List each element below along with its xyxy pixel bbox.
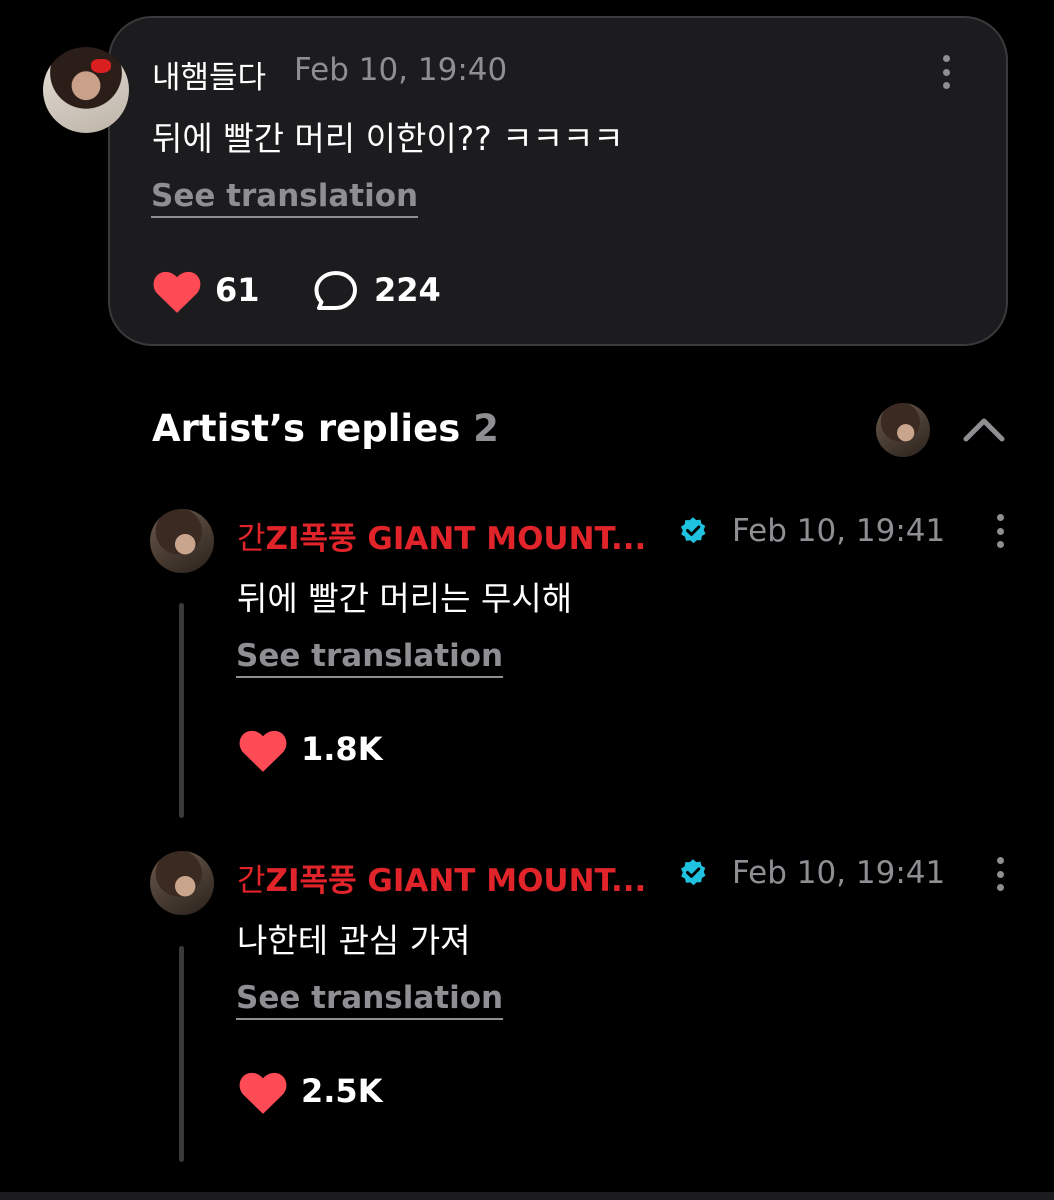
thread-line [179,603,184,818]
see-translation-link[interactable]: See translation [236,638,504,678]
reply-count: 224 [374,271,441,309]
reply-time: Feb 10, 19:41 [732,855,946,891]
like-count: 2.5K [301,1072,383,1110]
user-avatar[interactable] [43,47,129,133]
more-options-icon[interactable] [996,514,1004,548]
see-translation-link[interactable]: See translation [151,178,419,218]
comment-time: Feb 10, 19:40 [294,52,508,88]
reply-text: 뒤에 빨간 머리는 무시해 [237,579,573,618]
heart-icon[interactable] [238,727,288,773]
artist-replies-title: Artist’s replies [152,407,461,450]
artist-replies-count: 2 [473,407,499,450]
reply-avatar[interactable] [150,509,214,573]
artist-replies-header: Artist’s replies 2 [152,407,499,450]
heart-icon[interactable] [238,1069,288,1115]
reply-author[interactable]: 간ZI폭풍 GIANT MOUNT... [237,513,646,558]
comment-username[interactable]: 내햄들다 [152,52,266,97]
comment-text: 뒤에 빨간 머리 이한이?? ㅋㅋㅋㅋ [152,119,624,158]
verified-badge-icon [681,859,706,886]
thread-line [179,946,184,1162]
bottom-divider [0,1192,1054,1200]
see-translation-link[interactable]: See translation [236,980,504,1020]
chevron-up-icon[interactable] [962,414,1006,444]
verified-badge-icon [681,517,706,544]
reply-author[interactable]: 간ZI폭풍 GIANT MOUNT... [237,855,646,900]
reply-text: 나한테 관심 가져 [237,921,471,960]
more-options-icon[interactable] [942,55,950,89]
reply-time: Feb 10, 19:41 [732,513,946,549]
heart-icon[interactable] [152,268,202,314]
like-count: 1.8K [301,730,383,768]
more-options-icon[interactable] [996,857,1004,891]
reply-avatar[interactable] [150,851,214,915]
like-count: 61 [215,271,260,309]
artist-avatar-small[interactable] [876,403,930,457]
comment-bubble-icon[interactable] [313,270,359,312]
